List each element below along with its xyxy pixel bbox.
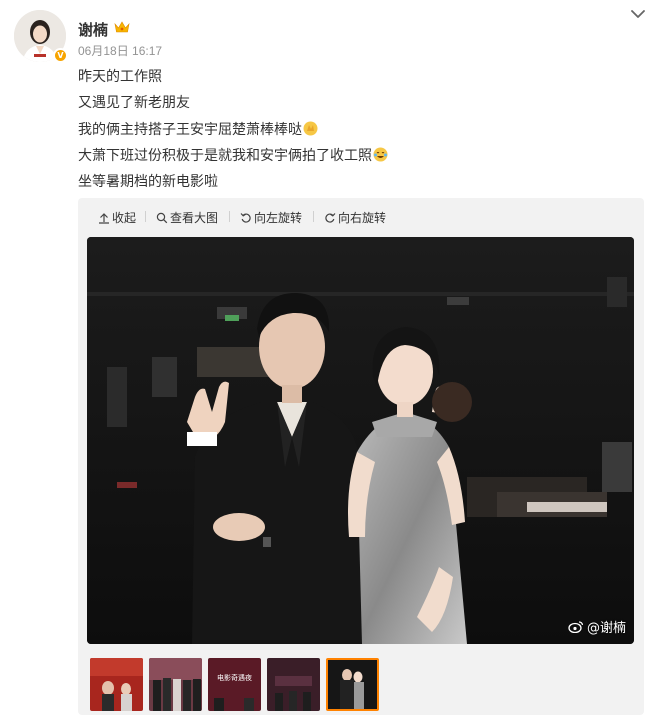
view-large-button[interactable]: 查看大图 <box>156 209 218 226</box>
rotate-left-label: 向左旋转 <box>254 211 303 225</box>
collapse-label: 收起 <box>112 211 137 225</box>
rotate-right-icon <box>325 212 336 223</box>
chevron-down-icon[interactable] <box>628 6 648 22</box>
media-box: 收起 查看大图 向左旋转 向右旋转 @谢楠 电影奇遇夜 <box>78 198 644 715</box>
verified-badge-icon: V <box>53 48 68 63</box>
photo-watermark: @谢楠 <box>568 617 626 636</box>
thumbnail-1[interactable] <box>90 658 143 711</box>
post-timestamp[interactable]: 06月18日 16:17 <box>78 42 162 59</box>
clap-emoji-icon <box>303 121 318 136</box>
watermark-text: @谢楠 <box>586 621 626 636</box>
main-photo[interactable]: @谢楠 <box>87 237 634 644</box>
rotate-right-label: 向右旋转 <box>338 211 387 225</box>
post-text-line-3: 我的俩主持搭子王安宇屈楚萧棒棒哒 <box>78 119 318 139</box>
view-large-label: 查看大图 <box>170 211 219 225</box>
post-text-line-4: 大萧下班过份积极于是就我和安宇俩拍了收工照 <box>78 145 388 165</box>
photo-illustration <box>87 237 634 644</box>
collapse-button[interactable]: 收起 <box>98 209 136 226</box>
thumbnail-5-selected[interactable] <box>326 658 379 711</box>
toolbar-divider <box>313 211 314 222</box>
toolbar-divider <box>229 211 230 222</box>
weibo-post: V 谢楠 06月18日 16:17 昨天的工作照 又遇见了新老朋友 我的俩主持搭… <box>0 0 660 715</box>
laugh-cry-emoji-icon <box>373 147 388 162</box>
toolbar-divider <box>145 211 146 222</box>
thumbnail-caption: 电影奇遇夜 <box>217 674 252 682</box>
thumbnail-3[interactable]: 电影奇遇夜 <box>208 658 261 711</box>
rotate-left-icon <box>240 212 251 223</box>
thumbnail-2[interactable] <box>149 658 202 711</box>
search-icon <box>156 212 168 223</box>
thumbnail-4[interactable] <box>267 658 320 711</box>
weibo-logo-icon <box>568 621 584 633</box>
media-toolbar: 收起 查看大图 向左旋转 向右旋转 <box>78 198 644 236</box>
collapse-icon <box>99 212 109 224</box>
post-text-line-1: 昨天的工作照 <box>78 69 162 85</box>
username[interactable]: 谢楠 <box>78 19 108 40</box>
rotate-right-button[interactable]: 向右旋转 <box>324 209 386 226</box>
post-text-line-5: 坐等暑期档的新电影啦 <box>78 174 218 190</box>
post-text-line-2: 又遇见了新老朋友 <box>78 95 190 111</box>
crown-icon <box>114 21 130 33</box>
rotate-left-button[interactable]: 向左旋转 <box>240 209 302 226</box>
